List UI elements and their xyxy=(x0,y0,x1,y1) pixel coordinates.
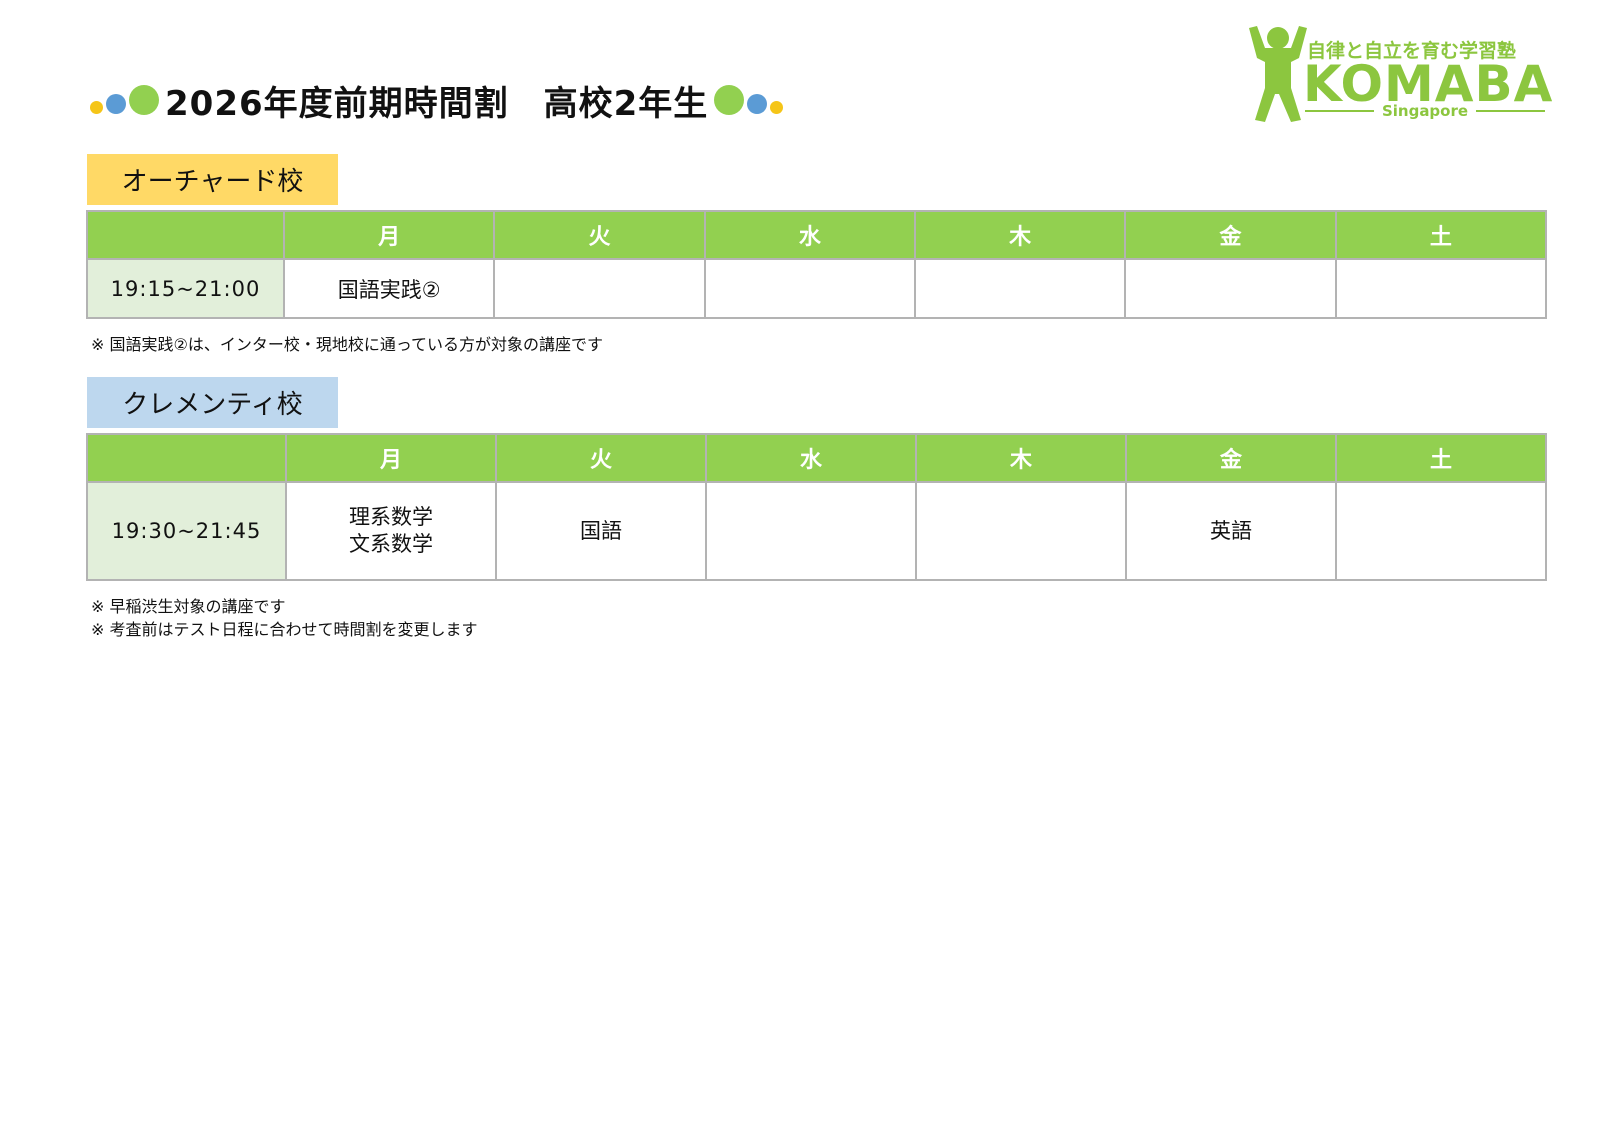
class-name: 理系数学 xyxy=(349,505,433,529)
header-corner xyxy=(86,433,287,483)
table-row: 19:30~21:45 理系数学 文系数学 国語 英語 xyxy=(86,481,1547,581)
class-cell xyxy=(913,258,1127,319)
class-cell: 国語 xyxy=(495,481,707,581)
class-cell xyxy=(1334,258,1548,319)
header-day: 月 xyxy=(282,210,496,260)
header-day: 土 xyxy=(1334,210,1548,260)
class-name: 文系数学 xyxy=(349,532,433,556)
decor-dot-green xyxy=(129,85,159,115)
header-corner xyxy=(86,210,285,260)
decor-dot-yellow xyxy=(90,100,103,114)
header-day: 水 xyxy=(703,210,916,260)
class-cell xyxy=(1124,258,1337,319)
class-cell: 理系数学 文系数学 xyxy=(285,481,497,581)
class-cell: 英語 xyxy=(1125,481,1337,581)
class-name: 英語 xyxy=(1210,518,1252,543)
campus-label-clementi: クレメンティ校 xyxy=(87,377,338,428)
header-day: 月 xyxy=(285,433,497,483)
timetable-clementi: 月 火 水 木 金 土 19:30~21:45 理系数学 文系数学 国語 英語 xyxy=(86,433,1547,581)
header-day: 木 xyxy=(913,210,1127,260)
decor-dot-green xyxy=(714,85,745,115)
table-header-row: 月 火 水 木 金 土 xyxy=(86,433,1547,483)
logo-subtitle-text: Singapore xyxy=(1381,102,1469,120)
page-title: 2026年度前期時間割 高校2年生 xyxy=(165,83,709,124)
class-cell xyxy=(703,258,916,319)
table-header-row: 月 火 水 木 金 土 xyxy=(86,210,1548,260)
divider xyxy=(1305,110,1374,112)
time-slot: 19:15~21:00 xyxy=(86,258,285,319)
header-day: 木 xyxy=(915,433,1127,483)
class-cell xyxy=(915,481,1127,581)
time-slot: 19:30~21:45 xyxy=(86,481,287,581)
class-cell xyxy=(705,481,917,581)
table-row: 19:15~21:00 国語実践② xyxy=(86,258,1548,319)
class-cell xyxy=(493,258,706,319)
decor-dot-blue xyxy=(747,94,768,114)
note-orchard: ※ 国語実践②は、インター校・現地校に通っている方が対象の講座です xyxy=(91,335,604,354)
page-title-row: 2026年度前期時間割 高校2年生 xyxy=(90,78,784,124)
decor-dot-yellow xyxy=(770,100,784,114)
header-day: 火 xyxy=(493,210,706,260)
header-day: 金 xyxy=(1125,433,1337,483)
divider xyxy=(1476,110,1546,112)
header-day: 金 xyxy=(1124,210,1337,260)
header-day: 土 xyxy=(1335,433,1547,483)
timetable-orchard: 月 火 水 木 金 土 19:15~21:00 国語実践② xyxy=(86,210,1548,319)
note-clementi-2: ※ 考査前はテスト日程に合わせて時間割を変更します xyxy=(91,620,478,639)
komaba-logo: 自律と自立を育む学習塾 KOMABA Singapore xyxy=(1245,22,1552,126)
header-day: 火 xyxy=(495,433,707,483)
class-name: 国語 xyxy=(580,518,622,543)
campus-label-orchard: オーチャード校 xyxy=(87,154,338,205)
class-cell: 国語実践② xyxy=(282,258,496,319)
header-day: 水 xyxy=(705,433,917,483)
class-cell xyxy=(1335,481,1547,581)
note-clementi-1: ※ 早稲渋生対象の講座です xyxy=(91,597,286,616)
logo-subtitle: Singapore xyxy=(1305,102,1546,120)
decor-dot-blue xyxy=(106,94,126,114)
